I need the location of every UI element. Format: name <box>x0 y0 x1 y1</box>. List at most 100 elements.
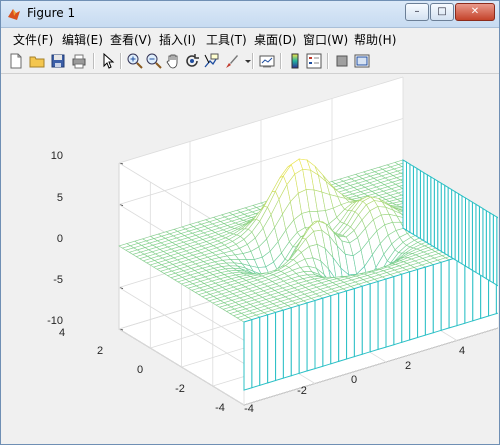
menu-edit[interactable]: 编辑(E) <box>62 31 103 48</box>
maximize-button[interactable]: □ <box>430 3 454 21</box>
data-cursor-icon[interactable] <box>202 52 220 70</box>
toolbar-separator <box>93 53 95 69</box>
toolbar-separator <box>252 53 254 69</box>
menu-help[interactable]: 帮助(H) <box>354 31 396 48</box>
y-tick-label: 2 <box>97 345 103 357</box>
figure-canvas[interactable]: 10 5 0 -5 -10 4 2 0 -2 -4 -4 -2 0 2 4 <box>2 74 500 443</box>
legend-icon[interactable] <box>305 52 323 70</box>
x-tick-label: -2 <box>297 385 307 397</box>
zoom-in-icon[interactable] <box>126 52 144 70</box>
skirt-cell <box>298 302 308 374</box>
skirt-cell <box>251 316 261 389</box>
close-button[interactable]: ✕ <box>455 3 495 21</box>
skirt-cell <box>353 285 363 358</box>
print-icon[interactable] <box>70 52 88 70</box>
skirt-cell <box>451 188 456 261</box>
skirt-cell <box>346 287 355 360</box>
skirt-cell <box>492 214 498 287</box>
skirt-cell <box>454 190 460 263</box>
select-arrow-icon[interactable] <box>99 52 117 70</box>
skirt-cell <box>417 266 426 339</box>
y-tick-label: 4 <box>59 327 65 339</box>
skirt-cell <box>385 275 395 348</box>
z-tick-label: 10 <box>51 150 63 162</box>
x-tick-label: 4 <box>459 345 465 357</box>
skirt-cell <box>282 307 292 379</box>
link-plot-icon[interactable] <box>258 52 276 70</box>
window-title: Figure 1 <box>27 6 76 20</box>
skirt-cell <box>424 264 434 336</box>
z-tick-label: -5 <box>53 274 63 286</box>
skirt-cell <box>401 271 411 343</box>
skirt-cell <box>259 314 269 386</box>
skirt-cell <box>433 178 439 251</box>
y-tick-label: -2 <box>175 383 185 395</box>
skirt-cell <box>423 171 428 244</box>
x-tick-label: -4 <box>244 403 254 415</box>
skirt-cell <box>369 280 379 353</box>
skirt-cell <box>393 273 403 346</box>
skirt-cell <box>430 176 435 249</box>
menu-view[interactable]: 查看(V) <box>110 31 152 48</box>
menu-file[interactable]: 文件(F) <box>13 31 53 48</box>
matlab-logo-icon <box>7 6 21 20</box>
z-tick-label: 5 <box>57 192 63 204</box>
skirt-cell <box>432 261 442 334</box>
brush-dropdown-icon[interactable] <box>239 52 251 70</box>
skirt-cell <box>330 292 340 365</box>
hide-plot-tools-icon[interactable] <box>333 52 351 70</box>
skirt-cell <box>314 297 324 370</box>
y-tick-label: -4 <box>215 402 225 414</box>
colorbar-icon[interactable] <box>286 52 304 70</box>
minimize-button[interactable]: – <box>405 3 429 21</box>
menu-window[interactable]: 窗口(W) <box>303 31 348 48</box>
skirt-cell <box>444 184 449 257</box>
surface-plot[interactable]: 10 5 0 -5 -10 4 2 0 -2 -4 -4 -2 0 2 4 <box>2 74 500 443</box>
new-figure-icon[interactable] <box>7 52 25 70</box>
toolbar-separator <box>327 53 329 69</box>
skirt-cell <box>267 311 277 384</box>
menu-tools[interactable]: 工具(T) <box>206 31 247 48</box>
show-plot-tools-icon[interactable] <box>353 52 371 70</box>
menu-bar: 文件(F) 编辑(E) 查看(V) 插入(I) 工具(T) 桌面(D) 窗口(W… <box>1 28 499 48</box>
skirt-cell <box>306 299 316 372</box>
skirt-cell <box>409 268 419 341</box>
skirt-cell <box>447 186 453 259</box>
x-tick-label: 2 <box>405 360 411 372</box>
z-tick-label: 0 <box>57 233 63 245</box>
skirt-cell <box>440 259 450 331</box>
save-icon[interactable] <box>49 52 67 70</box>
pan-icon[interactable] <box>164 52 182 70</box>
skirt-cell <box>440 182 446 255</box>
brush-icon[interactable] <box>222 52 240 70</box>
skirt-cell <box>448 256 458 329</box>
z-tick-label: -10 <box>47 315 63 327</box>
skirt-cell <box>478 205 484 278</box>
skirt-cell <box>458 192 463 265</box>
skirt-cell <box>461 195 466 268</box>
skirt-cell <box>468 199 473 272</box>
skirt-cell <box>322 295 332 367</box>
skirt-cell <box>419 169 425 242</box>
rotate-3d-icon[interactable] <box>183 52 201 70</box>
toolbar <box>1 49 499 74</box>
skirt-cell <box>465 197 470 270</box>
skirt-cell <box>489 211 494 284</box>
skirt-cell <box>412 165 418 238</box>
skirt-cell <box>243 318 253 391</box>
zoom-out-icon[interactable] <box>145 52 163 70</box>
skirt-cell <box>275 309 284 382</box>
skirt-cell <box>416 167 421 240</box>
title-bar[interactable]: Figure 1 – □ ✕ <box>1 1 499 28</box>
menu-insert[interactable]: 插入(I) <box>159 31 196 48</box>
x-tick-label: 0 <box>351 374 357 386</box>
skirt-cell <box>426 173 432 246</box>
skirt-cell <box>409 163 414 236</box>
menu-desktop[interactable]: 桌面(D) <box>254 31 297 48</box>
skirt-cell <box>290 304 300 377</box>
skirt-cell <box>485 209 491 282</box>
figure-window: Figure 1 – □ ✕ 文件(F) 编辑(E) 查看(V) 插入(I) 工… <box>0 0 500 445</box>
skirt-cell <box>361 283 371 355</box>
skirt-cell <box>482 207 487 280</box>
open-file-icon[interactable] <box>28 52 46 70</box>
